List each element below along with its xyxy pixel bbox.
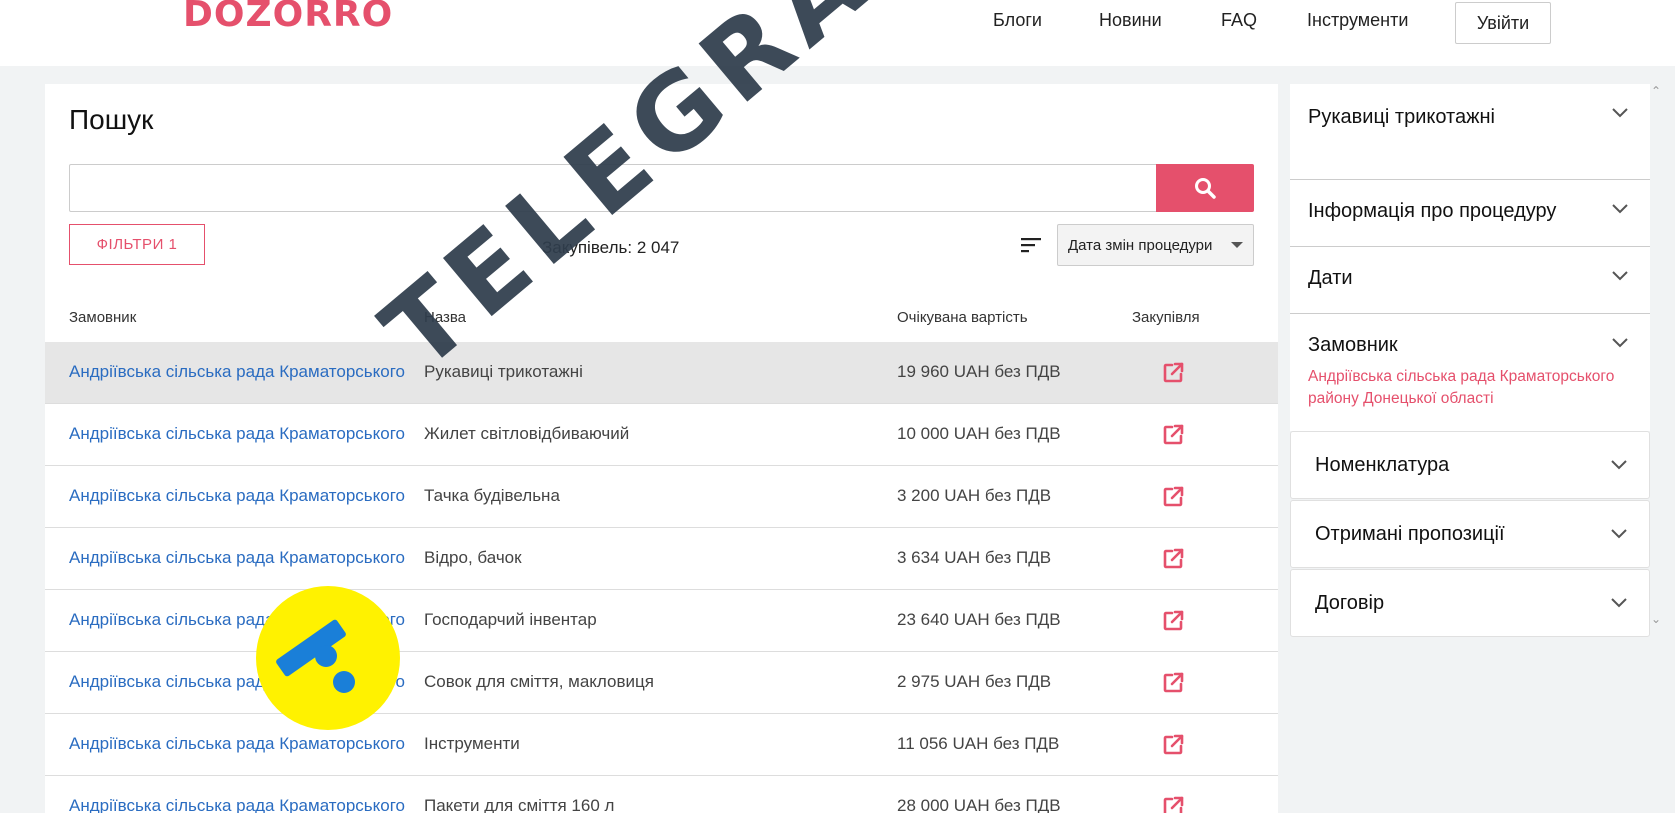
table-row[interactable]: Андріївська сільська рада Краматорського… — [45, 528, 1278, 590]
results-count: Закупівель: 2 047 — [542, 238, 679, 258]
accordion-received-bids[interactable]: Отримані пропозиції — [1290, 500, 1650, 568]
external-link-icon[interactable] — [1161, 485, 1185, 509]
customer-link[interactable]: Андріївська сільська рада Краматорського — [69, 610, 421, 630]
customer-link[interactable]: Андріївська сільська рада Краматорського — [69, 672, 421, 692]
tender-details-sidebar: Рукавиці трикотажні Інформація про проце… — [1290, 84, 1650, 638]
scroll-up-icon[interactable]: ⌃ — [1651, 84, 1661, 98]
logo-text: DOZORRO — [183, 0, 394, 35]
top-navbar: DOZORRO Блоги Новини FAQ Інструменти Уві… — [0, 0, 1675, 66]
chevron-down-icon — [1612, 271, 1628, 281]
tender-name: Совок для сміття, макловиця — [424, 672, 654, 691]
accordion-label: Дати — [1308, 267, 1353, 289]
column-header-name: Назва — [424, 309, 467, 326]
column-header-tender: Закупівля — [1132, 309, 1200, 326]
nav-news[interactable]: Новини — [1099, 10, 1162, 31]
tender-name: Рукавиці трикотажні — [424, 362, 583, 381]
tender-name: Тачка будівельна — [424, 486, 560, 505]
external-link-icon[interactable] — [1161, 609, 1185, 633]
customer-full-name[interactable]: Андріївська сільська рада Краматорського… — [1308, 366, 1638, 410]
filters-button[interactable]: ФІЛЬТРИ 1 — [69, 224, 205, 265]
table-row[interactable]: Андріївська сільська рада Краматорського… — [45, 466, 1278, 528]
search-input[interactable] — [69, 164, 1162, 212]
accordion-label: Номенклатура — [1315, 454, 1450, 476]
external-link-icon[interactable] — [1161, 547, 1185, 571]
external-link-icon[interactable] — [1161, 361, 1185, 385]
customer-link[interactable]: Андріївська сільська рада Краматорського — [69, 548, 421, 568]
expected-price: 2 975 UAH без ПДВ — [897, 672, 1052, 691]
results-count-label: Закупівель: — [542, 238, 633, 257]
search-icon — [1195, 178, 1216, 199]
chevron-down-icon — [1611, 460, 1627, 470]
tender-name: Інструменти — [424, 734, 520, 753]
accordion-label: Отримані пропозиції — [1315, 523, 1505, 545]
tender-table: Андріївська сільська рада Краматорського… — [45, 342, 1278, 813]
accordion-label: Замовник — [1308, 334, 1398, 356]
tender-name: Жилет світловідбиваючий — [424, 424, 630, 443]
expected-price: 3 634 UAH без ПДВ — [897, 548, 1052, 567]
login-button[interactable]: Увійти — [1455, 2, 1551, 44]
accordion-customer[interactable]: Замовник Андріївська сільська рада Крама… — [1290, 314, 1650, 431]
table-row[interactable]: Андріївська сільська рада Краматорського… — [45, 714, 1278, 776]
chevron-down-icon — [1611, 529, 1627, 539]
sort-icon[interactable] — [1021, 236, 1043, 254]
expected-price: 28 000 UAH без ПДВ — [897, 796, 1061, 813]
customer-link[interactable]: Андріївська сільська рада Краматорського — [69, 362, 421, 382]
search-button[interactable] — [1156, 164, 1254, 212]
external-link-icon[interactable] — [1161, 733, 1185, 757]
nav-tools[interactable]: Інструменти — [1307, 10, 1408, 31]
customer-link[interactable]: Андріївська сільська рада Краматорського — [69, 424, 421, 444]
accordion-contract[interactable]: Договір — [1290, 569, 1650, 637]
nav-blogs[interactable]: Блоги — [993, 10, 1042, 31]
tender-name: Відро, бачок — [424, 548, 522, 567]
accordion-label: Договір — [1315, 592, 1385, 614]
external-link-icon[interactable] — [1161, 795, 1185, 813]
accordion-label: Інформація про процедуру — [1308, 200, 1557, 222]
table-row[interactable]: Андріївська сільська рада Краматорського… — [45, 776, 1278, 813]
sort-select-value: Дата змін процедури — [1068, 236, 1213, 254]
expected-price: 23 640 UAH без ПДВ — [897, 610, 1061, 629]
accordion-nomenclature[interactable]: Номенклатура — [1290, 431, 1650, 499]
customer-link[interactable]: Андріївська сільська рада Краматорського — [69, 796, 421, 813]
table-row[interactable]: Андріївська сільська рада Краматорського… — [45, 404, 1278, 466]
customer-link[interactable]: Андріївська сільська рада Краматорського — [69, 734, 421, 754]
nav-faq[interactable]: FAQ — [1221, 10, 1257, 31]
sort-select[interactable]: Дата змін процедури — [1057, 224, 1254, 266]
accordion-label: Рукавиці трикотажні — [1308, 106, 1495, 128]
dozorro-logo[interactable]: DOZORRO — [183, 0, 393, 35]
tender-name: Пакети для сміття 160 л — [424, 796, 615, 813]
expected-price: 11 056 UAH без ПДВ — [897, 734, 1060, 753]
chevron-down-icon — [1611, 598, 1627, 608]
expected-price: 10 000 UAH без ПДВ — [897, 424, 1061, 443]
chevron-down-icon — [1612, 338, 1628, 348]
caret-down-icon — [1231, 242, 1243, 248]
expected-price: 19 960 UAH без ПДВ — [897, 362, 1061, 381]
expected-price: 3 200 UAH без ПДВ — [897, 486, 1052, 505]
table-row[interactable]: Андріївська сільська рада Краматорського… — [45, 342, 1278, 404]
page-title: Пошук — [69, 104, 154, 135]
external-link-icon[interactable] — [1161, 671, 1185, 695]
results-count-value: 2 047 — [636, 238, 680, 257]
scroll-down-icon[interactable]: ⌄ — [1651, 612, 1661, 626]
external-link-icon[interactable] — [1161, 423, 1185, 447]
chevron-down-icon — [1612, 108, 1628, 118]
accordion-dates[interactable]: Дати — [1290, 247, 1650, 314]
tender-name: Господарчий інвентар — [424, 610, 597, 629]
accordion-tender-title[interactable]: Рукавиці трикотажні — [1290, 84, 1650, 180]
customer-link[interactable]: Андріївська сільська рада Краматорського — [69, 486, 421, 506]
table-row[interactable]: Андріївська сільська рада Краматорського… — [45, 590, 1278, 652]
column-header-customer: Замовник — [69, 309, 137, 326]
chevron-down-icon — [1612, 204, 1628, 214]
accordion-procedure-info[interactable]: Інформація про процедуру — [1290, 180, 1650, 247]
table-row[interactable]: Андріївська сільська рада Краматорського… — [45, 652, 1278, 714]
search-panel: Пошук ФІЛЬТРИ 1 Закупівель: 2 047 Дата з… — [45, 84, 1278, 813]
column-header-price: Очікувана вартість — [897, 309, 1028, 326]
